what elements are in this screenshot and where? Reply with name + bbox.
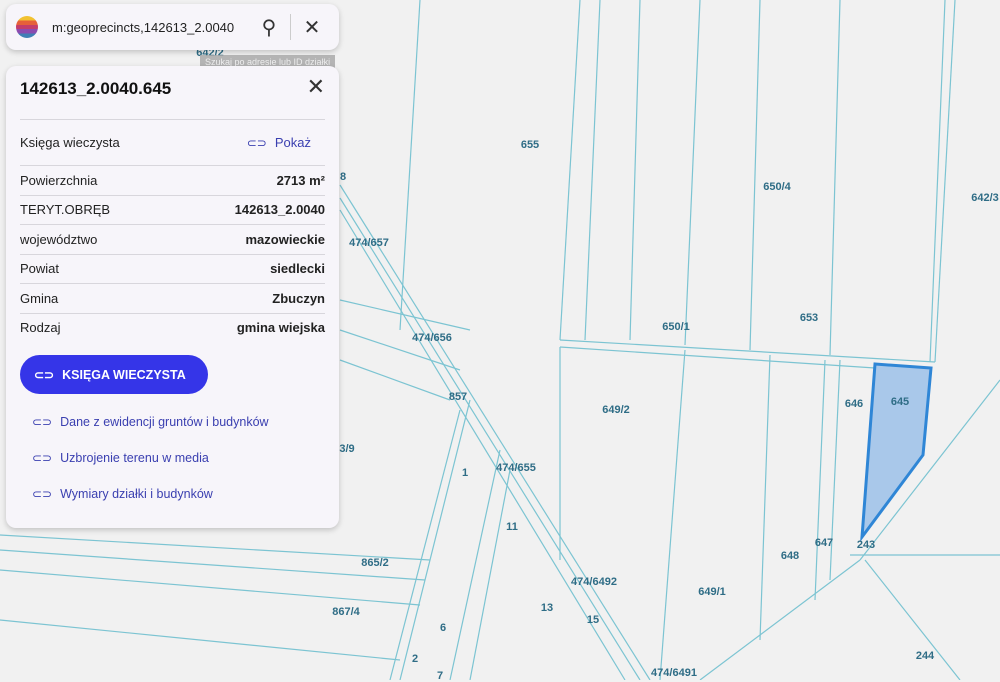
row-label: Rodzaj — [20, 320, 61, 336]
link-label: Dane z ewidencji gruntów i budynków — [60, 415, 269, 429]
link-utilities[interactable]: ⊂⊃ Uzbrojenie terenu w media — [32, 440, 325, 476]
parcel-label[interactable]: 647 — [815, 537, 833, 549]
parcel-label[interactable]: 1 — [462, 467, 468, 479]
link-label: Wymiary działki i budynków — [60, 487, 213, 501]
parcel-label[interactable]: 474/657 — [349, 237, 389, 249]
parcel-label[interactable]: 645 — [891, 396, 909, 408]
row-value: mazowieckie — [245, 231, 326, 247]
link-land-records[interactable]: ⊂⊃ Dane z ewidencji gruntów i budynków — [32, 404, 325, 440]
link-icon: ⊂⊃ — [32, 415, 53, 429]
divider — [290, 14, 291, 40]
row-value: Zbuczyn — [272, 290, 325, 306]
row-label: Powiat — [20, 261, 60, 277]
app-logo[interactable] — [16, 16, 38, 38]
parcel-label[interactable]: 11 — [506, 521, 518, 533]
parcel-label[interactable]: 474/655 — [496, 462, 536, 474]
row-value: 142613_2.0040 — [234, 202, 325, 218]
close-panel-icon[interactable]: ✕ — [307, 74, 325, 100]
row-value: 2713 m² — [276, 172, 325, 188]
land-register-button[interactable]: ⊂⊃ KSIĘGA WIECZYSTA — [20, 355, 208, 394]
row-label: Gmina — [20, 290, 59, 306]
parcel-label[interactable]: 244 — [916, 650, 934, 662]
search-bar: m:geoprecincts,142613_2.0040 ⚲ ✕ — [6, 4, 339, 50]
parcel-label[interactable]: 650/1 — [662, 321, 690, 333]
row-value: gmina wiejska — [236, 320, 325, 336]
parcel-label[interactable]: 3/9 — [339, 443, 354, 455]
parcel-label[interactable]: 13 — [541, 602, 553, 614]
parcel-label[interactable]: 865/2 — [361, 557, 389, 569]
parcel-label[interactable]: 867/4 — [332, 606, 360, 618]
button-label: KSIĘGA WIECZYSTA — [62, 367, 186, 382]
link-label: Pokaż — [274, 135, 311, 150]
parcel-label[interactable]: 649/2 — [602, 404, 630, 416]
row-label: Księga wieczysta — [20, 135, 120, 150]
parcel-label[interactable]: 857 — [449, 391, 467, 403]
parcel-label[interactable]: 2 — [412, 653, 418, 665]
show-land-register-link[interactable]: ⊂⊃ Pokaż — [247, 135, 311, 150]
parcel-label[interactable]: 474/6492 — [571, 576, 617, 588]
parcel-label[interactable]: 7 — [437, 670, 443, 682]
link-label: Uzbrojenie terenu w media — [60, 451, 209, 465]
parcel-label[interactable]: 649/1 — [698, 586, 726, 598]
parcel-label[interactable]: 655 — [521, 139, 539, 151]
search-input[interactable]: m:geoprecincts,142613_2.0040 — [52, 20, 252, 35]
link-icon: ⊂⊃ — [32, 487, 53, 501]
parcel-label[interactable]: 243 — [857, 539, 875, 551]
row-value: siedlecki — [270, 261, 325, 277]
selected-parcel-645 — [860, 362, 933, 543]
parcel-label[interactable]: 474/6491 — [651, 667, 697, 679]
parcel-label[interactable]: 8 — [340, 171, 346, 183]
parcel-label[interactable]: 650/4 — [763, 181, 791, 193]
parcel-label[interactable]: 15 — [587, 614, 599, 626]
parcel-label[interactable]: 642/3 — [971, 192, 999, 204]
link-icon: ⊂⊃ — [32, 451, 53, 465]
attribute-row: województwo mazowieckie — [20, 224, 325, 254]
parcel-info-panel: 142613_2.0040.645 ✕ Księga wieczysta ⊂⊃ P… — [6, 66, 339, 528]
attribute-row: TERYT.OBRĘB 142613_2.0040 — [20, 194, 325, 225]
row-label: województwo — [20, 231, 98, 247]
row-label: TERYT.OBRĘB — [20, 202, 111, 218]
attribute-row: Powiat siedlecki — [20, 253, 325, 284]
land-register-row: Księga wieczysta ⊂⊃ Pokaż — [20, 119, 325, 165]
parcel-title: 142613_2.0040.645 — [20, 79, 172, 98]
clear-search-icon[interactable]: ✕ — [295, 15, 329, 40]
attribute-row: Rodzaj gmina wiejska — [20, 312, 325, 343]
link-dimensions[interactable]: ⊂⊃ Wymiary działki i budynków — [32, 476, 325, 512]
clip-icon: ⊂⊃ — [34, 367, 55, 382]
parcel-label[interactable]: 648 — [781, 550, 799, 562]
parcel-label[interactable]: 474/656 — [412, 332, 452, 344]
parcel-label[interactable]: 6 — [440, 622, 446, 634]
parcel-label[interactable]: 653 — [800, 312, 818, 324]
link-icon: ⊂⊃ — [246, 136, 267, 150]
attribute-row: Gmina Zbuczyn — [20, 283, 325, 313]
search-icon[interactable]: ⚲ — [252, 15, 286, 40]
row-label: Powierzchnia — [20, 172, 98, 188]
attribute-row: Powierzchnia 2713 m² — [20, 165, 325, 195]
parcel-label[interactable]: 646 — [845, 398, 863, 410]
